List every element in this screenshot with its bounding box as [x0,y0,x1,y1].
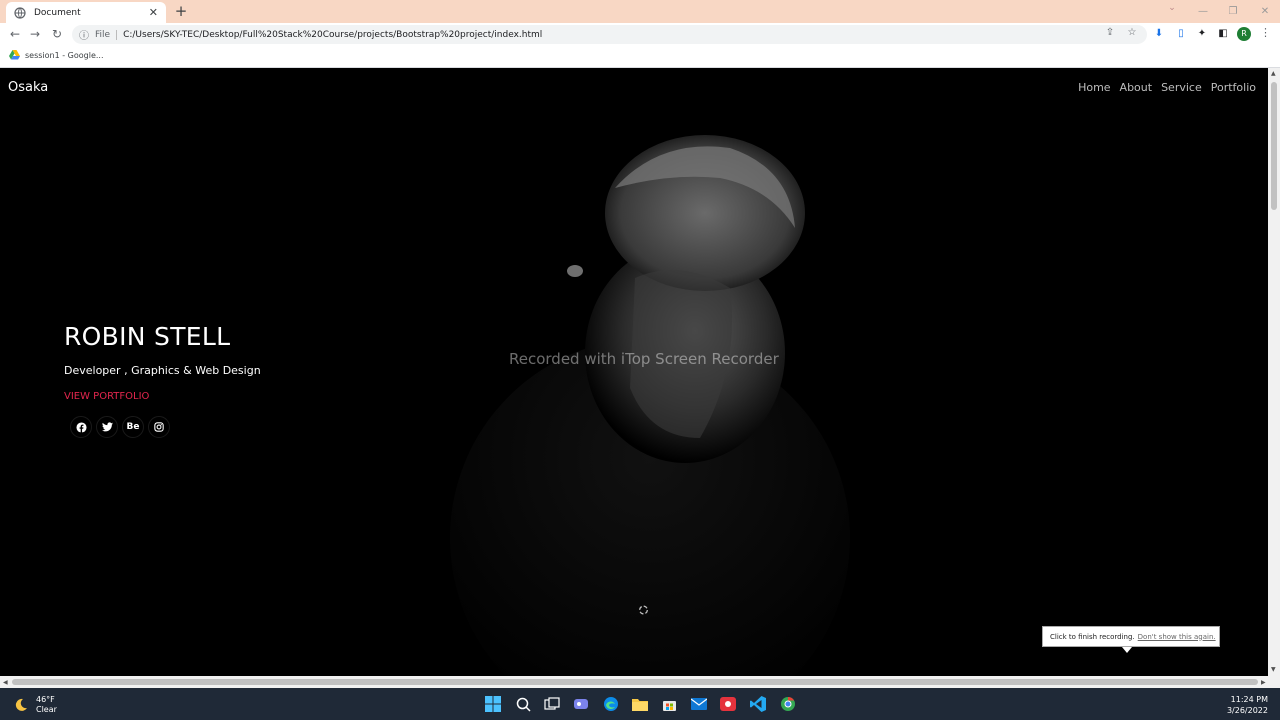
address-bar[interactable]: ⓘ File C:/Users/SKY-TEC/Desktop/Full%20S… [72,25,1147,44]
new-tab-button[interactable]: + [173,2,189,20]
social-links: Be [70,416,170,438]
bookmark-label: session1 - Google... [25,50,104,60]
download-extension-icon[interactable]: ⬇ [1152,27,1166,41]
minimize-icon[interactable]: — [1188,0,1218,23]
clock-time: 11:24 PM [1230,695,1268,704]
address-scheme: File [95,29,118,40]
callout-pointer [1122,647,1132,653]
file-explorer-icon[interactable] [631,695,649,713]
vertical-scroll-thumb[interactable] [1271,82,1277,210]
navbar-brand[interactable]: Osaka [8,80,48,95]
twitter-icon[interactable] [96,416,118,438]
behance-icon[interactable]: Be [122,416,144,438]
side-panel-icon[interactable]: ◧ [1216,27,1230,41]
nav-home[interactable]: Home [1078,81,1110,94]
hero-portrait-image [450,135,850,676]
close-tab-icon[interactable]: ✕ [149,6,158,19]
facebook-icon[interactable] [70,416,92,438]
scroll-right-icon[interactable]: ▶ [1261,679,1266,686]
dont-show-again-link[interactable]: Don't show this again. [1138,633,1216,641]
page-viewport: Osaka Home About Service Portfolio ROBIN… [0,68,1268,676]
microsoft-store-icon[interactable] [660,695,678,713]
chrome-icon[interactable] [779,695,797,713]
nav-portfolio[interactable]: Portfolio [1211,81,1256,94]
google-drive-icon [9,50,20,60]
tab-title: Document [34,7,81,18]
tab-search-icon[interactable]: ⌄ [1163,3,1181,19]
close-window-icon[interactable]: ✕ [1250,0,1280,23]
screen-recorder-icon[interactable] [719,695,737,713]
windows-start-icon[interactable] [484,695,502,713]
reload-icon[interactable]: ↻ [49,26,65,42]
nav-about[interactable]: About [1120,81,1153,94]
mail-icon[interactable] [690,695,708,713]
view-portfolio-link[interactable]: VIEW PORTFOLIO [64,391,149,402]
address-url[interactable]: C:/Users/SKY-TEC/Desktop/Full%20Stack%20… [123,30,542,40]
scroll-down-icon[interactable]: ▼ [1271,666,1276,673]
recorder-watermark: Recorded with iTop Screen Recorder [509,350,779,368]
screen: Document ✕ + ⌄ — ❐ ✕ ← → ↻ ⓘ File C:/Use… [0,0,1280,720]
instagram-icon[interactable] [148,416,170,438]
callout-text: Click to finish recording. [1050,632,1135,641]
windows-taskbar: 46°F Clear 11:24 PM 3/26/2022 [0,688,1280,720]
tab-document[interactable]: Document ✕ [6,2,166,23]
tab-strip: Document ✕ + ⌄ — ❐ ✕ [0,0,1280,23]
info-icon[interactable]: ⓘ [79,27,93,42]
document-extension-icon[interactable]: ▯ [1174,27,1188,41]
horizontal-scrollbar[interactable]: ◀ ▶ [0,676,1280,688]
clock-date: 3/26/2022 [1226,706,1268,715]
restore-icon[interactable]: ❐ [1218,0,1248,23]
hero-subtitle: Developer , Graphics & Web Design [64,364,261,377]
forward-arrow-icon[interactable]: → [27,26,43,42]
recording-callout[interactable]: Click to finish recording. Don't show th… [1042,626,1220,647]
weather-widget[interactable]: 46°F Clear [14,695,57,715]
globe-icon [14,6,26,19]
vscode-icon[interactable] [749,695,767,713]
browser-toolbar: ← → ↻ ⓘ File C:/Users/SKY-TEC/Desktop/Fu… [0,23,1280,46]
back-arrow-icon[interactable]: ← [7,26,23,42]
weather-temperature: 46°F [36,695,55,704]
profile-avatar[interactable]: R [1237,27,1251,41]
menu-icon[interactable]: ⋮ [1260,26,1271,42]
nav-service[interactable]: Service [1161,81,1202,94]
system-clock[interactable]: 11:24 PM 3/26/2022 [1227,694,1268,716]
bookmark-session1[interactable]: session1 - Google... [9,50,104,60]
hero-title: ROBIN STELL [64,322,231,351]
scroll-up-icon[interactable]: ▲ [1271,70,1276,77]
scroll-left-icon[interactable]: ◀ [3,679,8,686]
teams-chat-icon[interactable] [572,695,590,713]
search-icon[interactable] [514,695,532,713]
edge-browser-icon[interactable] [602,695,620,713]
share-icon[interactable]: ⇪ [1103,26,1117,40]
horizontal-scroll-thumb[interactable] [12,679,1258,685]
moon-icon [15,698,27,711]
task-view-icon[interactable] [543,695,561,713]
puzzle-icon[interactable]: ✦ [1195,27,1209,41]
weather-condition: Clear [36,705,57,714]
star-icon[interactable]: ☆ [1125,26,1139,40]
main-nav: Home About Service Portfolio [1078,81,1256,94]
bookmarks-bar: session1 - Google... [0,46,1280,68]
vertical-scrollbar[interactable]: ▲ ▼ [1268,68,1280,676]
loading-cursor-icon [639,605,648,615]
